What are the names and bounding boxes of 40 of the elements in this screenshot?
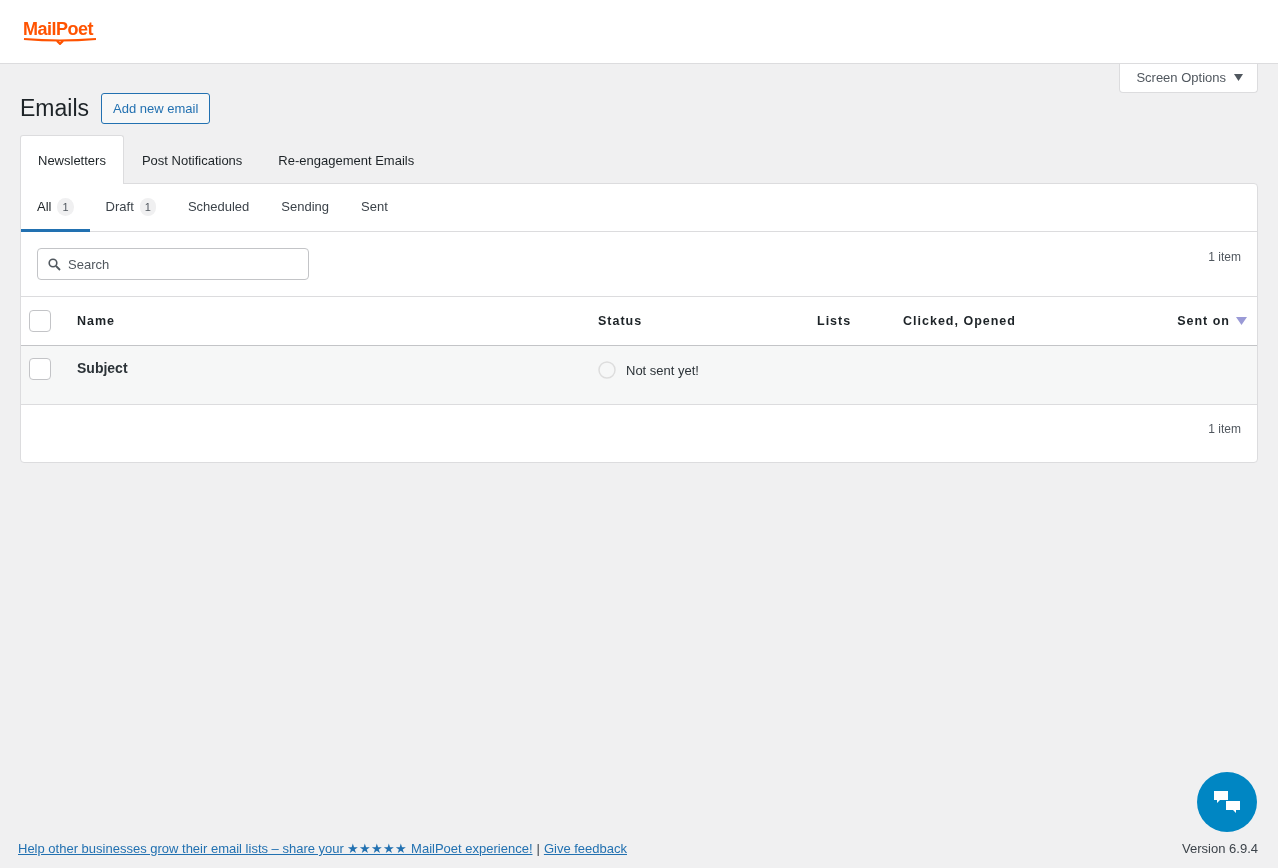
caret-icon	[1234, 74, 1243, 81]
filter-label: All	[37, 199, 52, 214]
search-field[interactable]: Search	[37, 248, 309, 280]
column-header[interactable]: Name	[77, 314, 598, 328]
email-subject[interactable]: Subject	[77, 358, 598, 376]
filter-tab[interactable]: All 1	[21, 184, 90, 232]
filter-label: Sending	[281, 199, 330, 214]
filter-label: Draft	[105, 199, 134, 214]
count-badge: 1	[139, 197, 156, 216]
filter-tab[interactable]: Sent	[345, 184, 404, 232]
select-all-checkbox[interactable]	[29, 310, 51, 332]
add-new-email-button[interactable]: Add new email	[101, 93, 211, 124]
status-circle-icon	[598, 361, 616, 379]
filter-label: Sent	[361, 199, 388, 214]
item-count: 1 item	[1208, 249, 1241, 264]
review-link[interactable]: Help other businesses grow their email lists – share your ★★★★★ MailPoet experience!	[18, 841, 533, 856]
filter-tab[interactable]: Scheduled	[171, 184, 266, 232]
chat-button[interactable]	[1197, 772, 1257, 832]
version-text: Version 6.9.4	[1182, 841, 1258, 856]
column-header[interactable]: Status	[598, 314, 817, 328]
column-header[interactable]: Clicked, Opened	[903, 314, 1075, 328]
tab[interactable]: Post Notifications	[123, 135, 261, 184]
count-badge: 1	[57, 197, 74, 216]
logo-underline-icon	[23, 36, 97, 45]
filter-label: Scheduled	[187, 199, 250, 214]
separator: |	[536, 841, 540, 856]
status-text: Not sent yet!	[626, 362, 699, 378]
page-title: Emails	[20, 95, 89, 122]
filter-tab[interactable]: Sending	[265, 184, 346, 232]
chat-bubbles-icon	[1212, 789, 1242, 815]
tab[interactable]: Newsletters	[20, 135, 124, 184]
sort-icon[interactable]	[1236, 317, 1247, 325]
row-checkbox[interactable]	[29, 358, 51, 380]
tab[interactable]: Re-engagement Emails	[260, 135, 433, 184]
column-header[interactable]: Sent on	[1177, 314, 1247, 328]
screen-options-button[interactable]: Screen Options	[1119, 64, 1258, 93]
item-count: 1 item	[1208, 421, 1241, 438]
filter-tab[interactable]: Draft 1	[89, 184, 172, 232]
column-header[interactable]: Lists	[817, 314, 903, 328]
feedback-link[interactable]: Give feedback	[543, 841, 627, 856]
